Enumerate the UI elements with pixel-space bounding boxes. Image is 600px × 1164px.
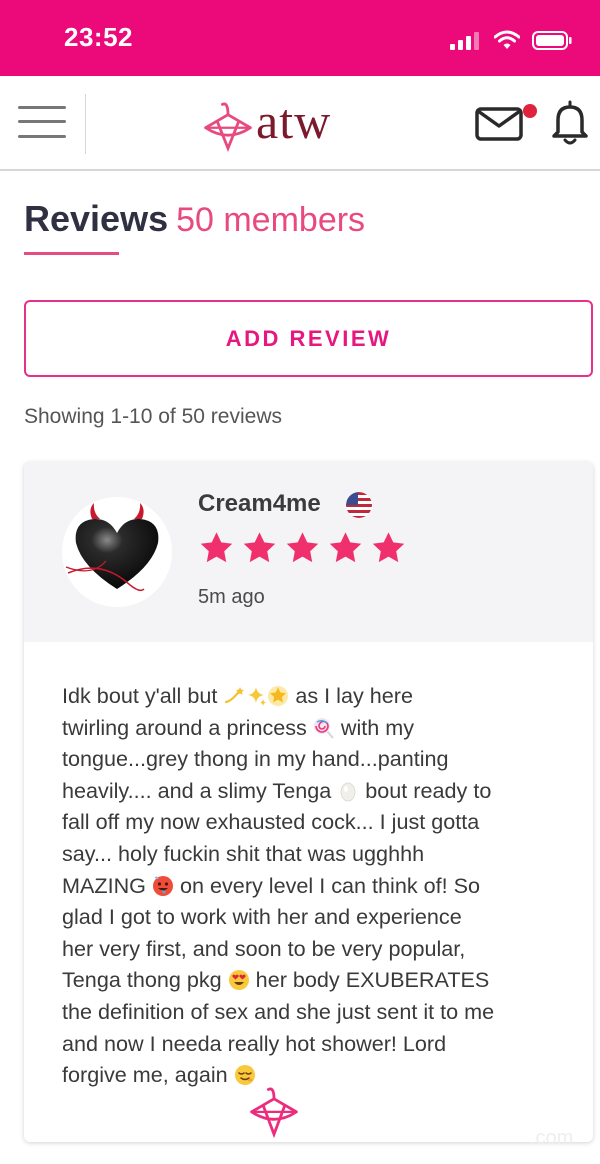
review-text-segment: with my <box>334 714 415 740</box>
hanger-bow-logo-icon <box>204 102 252 152</box>
devil-heart-avatar-icon <box>65 503 159 592</box>
hamburger-menu-icon[interactable] <box>18 104 66 140</box>
review-text-segment: twirling around a princess <box>62 714 313 740</box>
review-text-segment: say... holy fuckin shit that was ugghhh <box>62 840 425 866</box>
reviewer-name[interactable]: Cream4me <box>198 490 321 518</box>
page-title-text: Reviews <box>24 198 169 239</box>
glowing-star-emoji <box>267 684 289 706</box>
review-text-segment: MAZING <box>62 872 152 898</box>
review-text-line: Idk bout y'all but as I lay here <box>62 680 572 712</box>
review-text-segment: bout ready to <box>359 777 492 803</box>
review-text-line: and now I needa really hot shower! Lord <box>62 1028 572 1060</box>
hot-face-emoji <box>152 874 174 896</box>
app-header: atw <box>0 76 600 171</box>
member-count: 50 members <box>176 201 366 239</box>
lollipop-emoji <box>313 716 335 739</box>
heart-eyes-emoji <box>228 968 250 991</box>
review-text-line: glad I got to work with her and experien… <box>62 901 572 933</box>
review-text-segment: on every level I can think of! So <box>173 872 481 898</box>
star-icon <box>243 532 276 563</box>
results-count-text: Showing 1-10 of 50 reviews <box>24 405 282 428</box>
sparkles-emoji <box>245 684 267 706</box>
egg-emoji <box>337 779 359 802</box>
review-text-segment: tongue...grey thong in my hand...panting <box>62 746 449 772</box>
review-text-segment: her body EXUBERATES <box>249 967 490 993</box>
review-text: Idk bout y'all but as I lay here twirling… <box>62 680 572 1091</box>
star-icon <box>372 532 405 563</box>
review-text-segment: forgive me, again <box>62 1062 234 1088</box>
review-time: 5m ago <box>198 586 265 608</box>
review-text-line: say... holy fuckin shit that was ugghhh <box>62 838 572 870</box>
page-title: Reviews 50 members <box>24 198 365 240</box>
dizzy-emoji <box>223 684 245 706</box>
signal-icon <box>450 32 480 50</box>
review-text-line: the definition of sex and she just sent … <box>62 996 572 1028</box>
review-text-segment: fall off my now exhausted cock... I just… <box>62 809 480 835</box>
wifi-icon <box>494 30 520 49</box>
status-bar: 23:52 <box>0 0 600 76</box>
atw-logo[interactable]: atw <box>200 93 370 154</box>
review-text-line: Tenga thong pkg her body EXUBERATES <box>62 964 572 996</box>
review-text-segment: Idk bout y'all but <box>62 683 224 708</box>
review-card: Cream4me 5m ago Idk bout y'all but as I … <box>24 462 593 1142</box>
review-text-line: heavily.... and a slimy Tenga bout ready… <box>62 775 572 807</box>
review-text-line: twirling around a princess with my <box>62 712 572 744</box>
add-review-button[interactable]: ADD REVIEW <box>24 300 593 377</box>
review-text-segment: as I lay here <box>289 683 414 708</box>
review-text-segment: and now I needa really hot shower! Lord <box>62 1030 447 1056</box>
review-text-line: her very first, and soon to be very popu… <box>62 933 572 965</box>
avatar[interactable] <box>62 497 172 607</box>
review-text-segment: heavily.... and a slimy Tenga <box>62 777 338 803</box>
star-rating <box>198 530 407 567</box>
star-icon <box>286 532 319 563</box>
unread-message-dot <box>523 104 537 118</box>
review-card-header: Cream4me 5m ago <box>24 462 593 642</box>
review-text-segment: glad I got to work with her and experien… <box>62 904 462 930</box>
hanger-bow-logo-icon <box>250 1087 298 1138</box>
review-text-segment: Tenga thong pkg <box>62 967 228 993</box>
header-divider <box>85 94 86 154</box>
star-icon <box>200 532 233 563</box>
mail-icon[interactable] <box>475 106 525 142</box>
review-text-line: MAZING on every level I can think of! So <box>62 870 572 902</box>
review-text-line: tongue...grey thong in my hand...panting <box>62 743 572 775</box>
us-flag-icon <box>346 492 372 518</box>
review-text-segment: the definition of sex and she just sent … <box>62 998 495 1024</box>
title-underline <box>24 252 119 255</box>
battery-icon <box>532 31 572 50</box>
watermark: .com <box>530 1127 574 1149</box>
status-time: 23:52 <box>64 22 133 52</box>
review-text-segment: her very first, and soon to be very popu… <box>62 935 466 961</box>
logo-text: atw <box>256 93 332 149</box>
review-text-line: fall off my now exhausted cock... I just… <box>62 806 572 838</box>
bell-icon[interactable] <box>550 98 590 146</box>
star-icon <box>329 532 362 563</box>
review-text-line: forgive me, again <box>62 1059 572 1091</box>
